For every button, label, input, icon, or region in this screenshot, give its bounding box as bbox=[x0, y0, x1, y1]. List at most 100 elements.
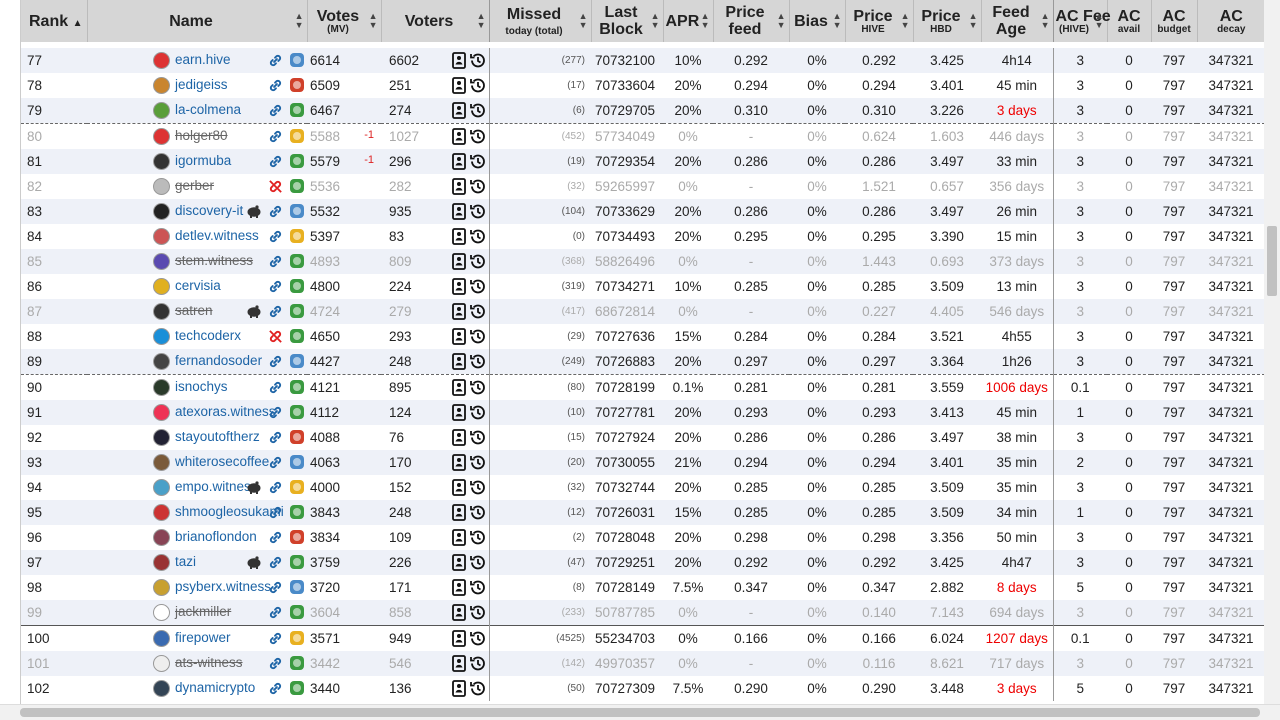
link-icon[interactable] bbox=[268, 229, 283, 247]
witness-profile-icon[interactable] bbox=[451, 630, 467, 650]
witness-name-link[interactable]: detlev.witness bbox=[175, 228, 259, 243]
history-icon[interactable] bbox=[469, 353, 486, 373]
witness-profile-icon[interactable] bbox=[451, 253, 467, 273]
link-icon[interactable] bbox=[268, 580, 283, 598]
link-icon[interactable] bbox=[268, 455, 283, 473]
th-feed-age[interactable]: Feed Age ▲ ▼ bbox=[981, 0, 1054, 42]
history-icon[interactable] bbox=[469, 278, 486, 298]
witness-profile-icon[interactable] bbox=[451, 278, 467, 298]
witness-profile-icon[interactable] bbox=[451, 153, 467, 173]
link-icon[interactable] bbox=[268, 304, 283, 322]
th-voters[interactable]: Voters ▲ ▼ bbox=[381, 0, 490, 42]
witness-name-link[interactable]: jedigeiss bbox=[175, 77, 228, 92]
witness-profile-icon[interactable] bbox=[451, 52, 467, 72]
history-icon[interactable] bbox=[469, 379, 486, 399]
th-ac-fee[interactable]: AC Fee (HIVE) ▲ ▼ bbox=[1053, 0, 1111, 42]
witness-profile-icon[interactable] bbox=[451, 353, 467, 373]
witness-profile-icon[interactable] bbox=[451, 454, 467, 474]
broken-link-icon[interactable] bbox=[268, 179, 283, 197]
link-icon[interactable] bbox=[268, 204, 283, 222]
witness-profile-icon[interactable] bbox=[451, 379, 467, 399]
witness-name-link[interactable]: psyberx.witness bbox=[175, 579, 271, 594]
history-icon[interactable] bbox=[469, 328, 486, 348]
witness-name-link[interactable]: dynamicrypto bbox=[175, 680, 255, 695]
history-icon[interactable] bbox=[469, 404, 486, 424]
witness-name-link[interactable]: discovery-it bbox=[175, 203, 243, 218]
history-icon[interactable] bbox=[469, 429, 486, 449]
th-last-block[interactable]: Last Block ▲ ▼ bbox=[591, 0, 664, 42]
history-icon[interactable] bbox=[469, 454, 486, 474]
history-icon[interactable] bbox=[469, 77, 486, 97]
history-icon[interactable] bbox=[469, 579, 486, 599]
witness-profile-icon[interactable] bbox=[451, 203, 467, 223]
history-icon[interactable] bbox=[469, 479, 486, 499]
witness-profile-icon[interactable] bbox=[451, 579, 467, 599]
witness-profile-icon[interactable] bbox=[451, 479, 467, 499]
witness-name-link[interactable]: stayoutoftherz bbox=[175, 429, 260, 444]
link-icon[interactable] bbox=[268, 681, 283, 699]
history-icon[interactable] bbox=[469, 253, 486, 273]
witness-profile-icon[interactable] bbox=[451, 604, 467, 624]
history-icon[interactable] bbox=[469, 52, 486, 72]
link-icon[interactable] bbox=[268, 103, 283, 121]
th-price-hive[interactable]: Price HIVE ▲ ▼ bbox=[845, 0, 914, 42]
witness-profile-icon[interactable] bbox=[451, 504, 467, 524]
th-rank[interactable]: Rank ▲ bbox=[21, 0, 88, 42]
witness-name-link[interactable]: techcoderx bbox=[175, 328, 241, 343]
witness-profile-icon[interactable] bbox=[451, 554, 467, 574]
link-icon[interactable] bbox=[268, 505, 283, 523]
history-icon[interactable] bbox=[469, 128, 486, 148]
history-icon[interactable] bbox=[469, 504, 486, 524]
witness-profile-icon[interactable] bbox=[451, 128, 467, 148]
link-icon[interactable] bbox=[268, 380, 283, 398]
th-name[interactable]: Name ▲ ▼ bbox=[87, 0, 308, 42]
witness-profile-icon[interactable] bbox=[451, 529, 467, 549]
witness-profile-icon[interactable] bbox=[451, 328, 467, 348]
witness-profile-icon[interactable] bbox=[451, 102, 467, 122]
witness-name-link[interactable]: cervisia bbox=[175, 278, 221, 293]
link-icon[interactable] bbox=[268, 656, 283, 674]
witness-name-link[interactable]: earn.hive bbox=[175, 52, 231, 67]
history-icon[interactable] bbox=[469, 203, 486, 223]
link-icon[interactable] bbox=[268, 480, 283, 498]
link-icon[interactable] bbox=[268, 530, 283, 548]
link-icon[interactable] bbox=[268, 430, 283, 448]
link-icon[interactable] bbox=[268, 154, 283, 172]
witness-profile-icon[interactable] bbox=[451, 228, 467, 248]
witness-profile-icon[interactable] bbox=[451, 77, 467, 97]
th-missed[interactable]: Missed today (total) ▲ ▼ bbox=[489, 0, 592, 42]
witness-name-link[interactable]: tazi bbox=[175, 554, 196, 569]
witness-name-link[interactable]: firepower bbox=[175, 630, 231, 645]
history-icon[interactable] bbox=[469, 303, 486, 323]
link-icon[interactable] bbox=[268, 53, 283, 71]
th-bias[interactable]: Bias ▲ ▼ bbox=[789, 0, 846, 42]
history-icon[interactable] bbox=[469, 102, 486, 122]
th-price-hbd[interactable]: Price HBD ▲ ▼ bbox=[913, 0, 982, 42]
history-icon[interactable] bbox=[469, 153, 486, 173]
witness-name-link[interactable]: fernandosoder bbox=[175, 353, 262, 368]
witness-profile-icon[interactable] bbox=[451, 680, 467, 700]
witness-name-link[interactable]: jackmiller bbox=[175, 604, 231, 619]
vertical-scrollbar[interactable] bbox=[1264, 0, 1280, 705]
history-icon[interactable] bbox=[469, 680, 486, 700]
link-icon[interactable] bbox=[268, 555, 283, 573]
history-icon[interactable] bbox=[469, 554, 486, 574]
witness-name-link[interactable]: ats-witness bbox=[175, 655, 243, 670]
link-icon[interactable] bbox=[268, 354, 283, 372]
th-apr[interactable]: APR ▲ ▼ bbox=[663, 0, 714, 42]
th-ac-decay[interactable]: AC decay bbox=[1197, 0, 1265, 42]
witness-name-link[interactable]: satren bbox=[175, 303, 213, 318]
link-icon[interactable] bbox=[268, 78, 283, 96]
link-icon[interactable] bbox=[268, 279, 283, 297]
link-icon[interactable] bbox=[268, 631, 283, 649]
witness-profile-icon[interactable] bbox=[451, 178, 467, 198]
witness-name-link[interactable]: brianoflondon bbox=[175, 529, 257, 544]
th-ac-budget[interactable]: AC budget bbox=[1151, 0, 1198, 42]
link-icon[interactable] bbox=[268, 405, 283, 423]
history-icon[interactable] bbox=[469, 178, 486, 198]
link-icon[interactable] bbox=[268, 129, 283, 147]
witness-name-link[interactable]: igormuba bbox=[175, 153, 231, 168]
th-price-feed[interactable]: Price feed ▲ ▼ bbox=[713, 0, 790, 42]
th-votes[interactable]: Votes (MV) ▲ ▼ bbox=[307, 0, 382, 42]
horizontal-scrollbar[interactable] bbox=[0, 704, 1280, 720]
